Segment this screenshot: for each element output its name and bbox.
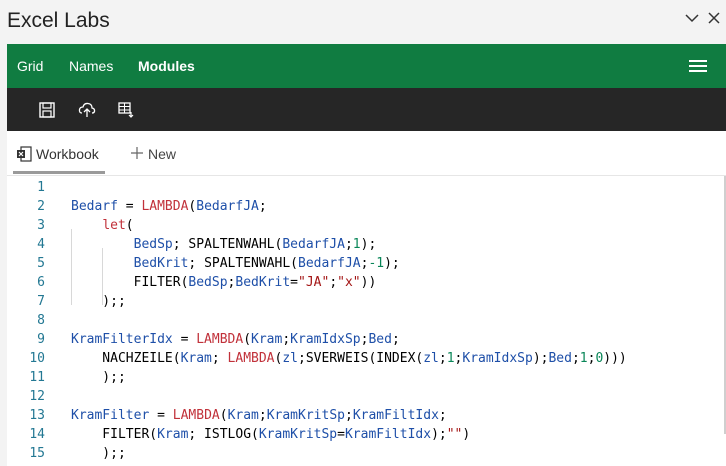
code-text: FILTER(BedSp;BedKrit="JA";"x")) [71, 275, 377, 290]
code-text: Bedarf = LAMBDA(BedarfJA; [71, 199, 267, 214]
code-text: let( [102, 218, 134, 233]
line-number: 5 [37, 256, 45, 271]
toolbar [7, 88, 726, 131]
line-number: 10 [29, 351, 45, 366]
excel-labs-panel: Grid Names Modules Workbook New 1 2 Beda… [7, 44, 726, 466]
code-editor[interactable]: 1 2 Bedarf = LAMBDA(BedarfJA; 3 let(4 BedSp… [7, 176, 726, 466]
line-number: 3 [37, 218, 45, 233]
line-number: 4 [37, 237, 45, 252]
tab-names[interactable]: Names [69, 58, 113, 74]
document-tabs: Workbook New [7, 131, 726, 176]
active-tab-indicator [13, 171, 105, 174]
line-number: 1 [37, 180, 45, 195]
code-text: BedSp; SPALTENWAHL(BedarfJA;1); [133, 237, 377, 252]
line-number: 7 [37, 294, 45, 309]
code-text: NACHZEILE(Kram; LAMBDA(zl;SVERWEIS(INDEX… [71, 351, 627, 366]
line-number: 2 [37, 199, 45, 214]
code-text: );; [71, 446, 126, 461]
tab-workbook[interactable]: Workbook [36, 146, 99, 162]
window-title: Excel Labs [7, 9, 110, 32]
code-text: KramFilter = LAMBDA(Kram;KramKritSp;Kram… [71, 408, 447, 423]
line-number: 15 [29, 446, 45, 461]
table-insert-icon[interactable] [117, 101, 135, 119]
tab-modules[interactable]: Modules [138, 58, 195, 74]
line-number: 14 [29, 427, 45, 442]
excel-workbook-icon [17, 146, 32, 162]
save-icon[interactable] [38, 101, 56, 119]
line-number: 11 [29, 370, 45, 385]
line-number: 9 [37, 332, 45, 347]
code-text: FILTER(Kram; ISTLOG(KramKritSp=KramFiltI… [71, 427, 471, 442]
code-text: BedKrit; SPALTENWAHL(BedarfJA;-1); [133, 256, 400, 271]
tab-grid[interactable]: Grid [17, 58, 43, 74]
line-number: 13 [29, 408, 45, 423]
code-text: );; [71, 370, 126, 385]
close-icon[interactable] [706, 10, 722, 26]
chevron-down-icon[interactable] [684, 10, 700, 26]
code-text: );; [71, 294, 126, 309]
line-number: 12 [29, 389, 45, 404]
hamburger-menu-icon[interactable] [689, 60, 707, 72]
title-bar: Excel Labs [0, 0, 726, 44]
plus-icon[interactable] [130, 146, 144, 160]
nav-bar: Grid Names Modules [7, 44, 726, 88]
cloud-upload-icon[interactable] [78, 101, 96, 119]
new-module-button[interactable]: New [148, 146, 176, 162]
line-number: 8 [37, 313, 45, 328]
code-text: KramFilterIdx = LAMBDA(Kram;KramIdxSp;Be… [71, 332, 400, 347]
line-number: 6 [37, 275, 45, 290]
